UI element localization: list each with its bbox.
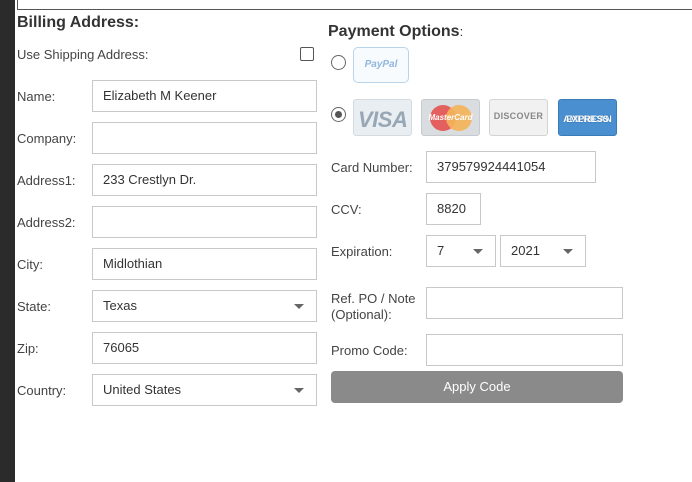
city-label: City: — [17, 257, 43, 272]
dropdown-caret-icon — [294, 388, 304, 393]
promo-code-input[interactable] — [426, 334, 623, 366]
address2-label: Address2: — [17, 215, 76, 230]
credit-card-radio[interactable] — [331, 107, 346, 122]
address1-label: Address1: — [17, 173, 76, 188]
payment-options-title-colon: : — [459, 24, 464, 39]
visa-logo-text: VISA — [358, 107, 408, 132]
card-number-label: Card Number: — [331, 160, 413, 175]
address1-input[interactable]: 233 Crestlyn Dr. — [92, 164, 317, 196]
ref-po-label-line2: (Optional): — [331, 307, 392, 322]
use-shipping-label: Use Shipping Address: — [17, 47, 149, 62]
ccv-input[interactable]: 8820 — [426, 193, 481, 225]
state-value: Texas — [103, 298, 137, 313]
ref-po-input[interactable] — [426, 287, 623, 319]
payment-options-title-text: Payment Options — [328, 23, 460, 40]
state-label: State: — [17, 299, 51, 314]
visa-logo: VISA — [353, 99, 412, 136]
amex-logo: AMERICAN EXPRESS — [558, 99, 617, 136]
country-value: United States — [103, 382, 182, 397]
name-input[interactable]: Elizabeth M Keener — [92, 80, 317, 112]
paypal-logo-text: PayPal — [364, 59, 398, 70]
city-input[interactable]: Midlothian — [92, 248, 317, 280]
billing-address-title: Billing Address: — [17, 14, 140, 31]
mastercard-logo-text: MasterCard — [428, 113, 473, 122]
dropdown-caret-icon — [563, 249, 573, 254]
use-shipping-checkbox[interactable] — [300, 47, 314, 61]
card-number-input[interactable]: 379579924441054 — [426, 151, 596, 183]
expiration-month-select[interactable]: 7 — [426, 235, 496, 267]
dropdown-caret-icon — [473, 249, 483, 254]
paypal-radio[interactable] — [331, 55, 346, 70]
company-label: Company: — [17, 131, 77, 146]
amex-line2: EXPRESS — [566, 114, 609, 124]
amex-logo-text: AMERICAN EXPRESS — [561, 107, 614, 124]
expiration-month-value: 7 — [437, 243, 445, 258]
promo-code-label: Promo Code: — [331, 343, 408, 358]
address2-input[interactable] — [92, 206, 317, 238]
country-label: Country: — [17, 383, 67, 398]
left-sidebar-strip — [0, 0, 15, 482]
ccv-label: CCV: — [331, 202, 362, 217]
expiration-label: Expiration: — [331, 244, 393, 259]
zip-label: Zip: — [17, 341, 39, 356]
discover-logo: DISCOVER — [489, 99, 548, 136]
state-select[interactable]: Texas — [92, 290, 317, 322]
top-frame — [17, 0, 692, 10]
mastercard-logo: MasterCard — [421, 99, 480, 136]
country-select[interactable]: United States — [92, 374, 317, 406]
zip-input[interactable]: 76065 — [92, 332, 317, 364]
company-input[interactable] — [92, 122, 317, 154]
ref-po-label: Ref. PO / Note (Optional): — [331, 291, 416, 323]
discover-logo-text: DISCOVER — [493, 111, 544, 121]
apply-code-button[interactable]: Apply Code — [331, 371, 623, 403]
dropdown-caret-icon — [294, 304, 304, 309]
payment-options-title: Payment Options: — [328, 23, 463, 41]
paypal-logo[interactable]: PayPal — [353, 47, 409, 83]
name-label: Name: — [17, 89, 56, 104]
ref-po-label-line1: Ref. PO / Note — [331, 291, 416, 306]
expiration-year-value: 2021 — [511, 243, 540, 258]
expiration-year-select[interactable]: 2021 — [500, 235, 586, 267]
